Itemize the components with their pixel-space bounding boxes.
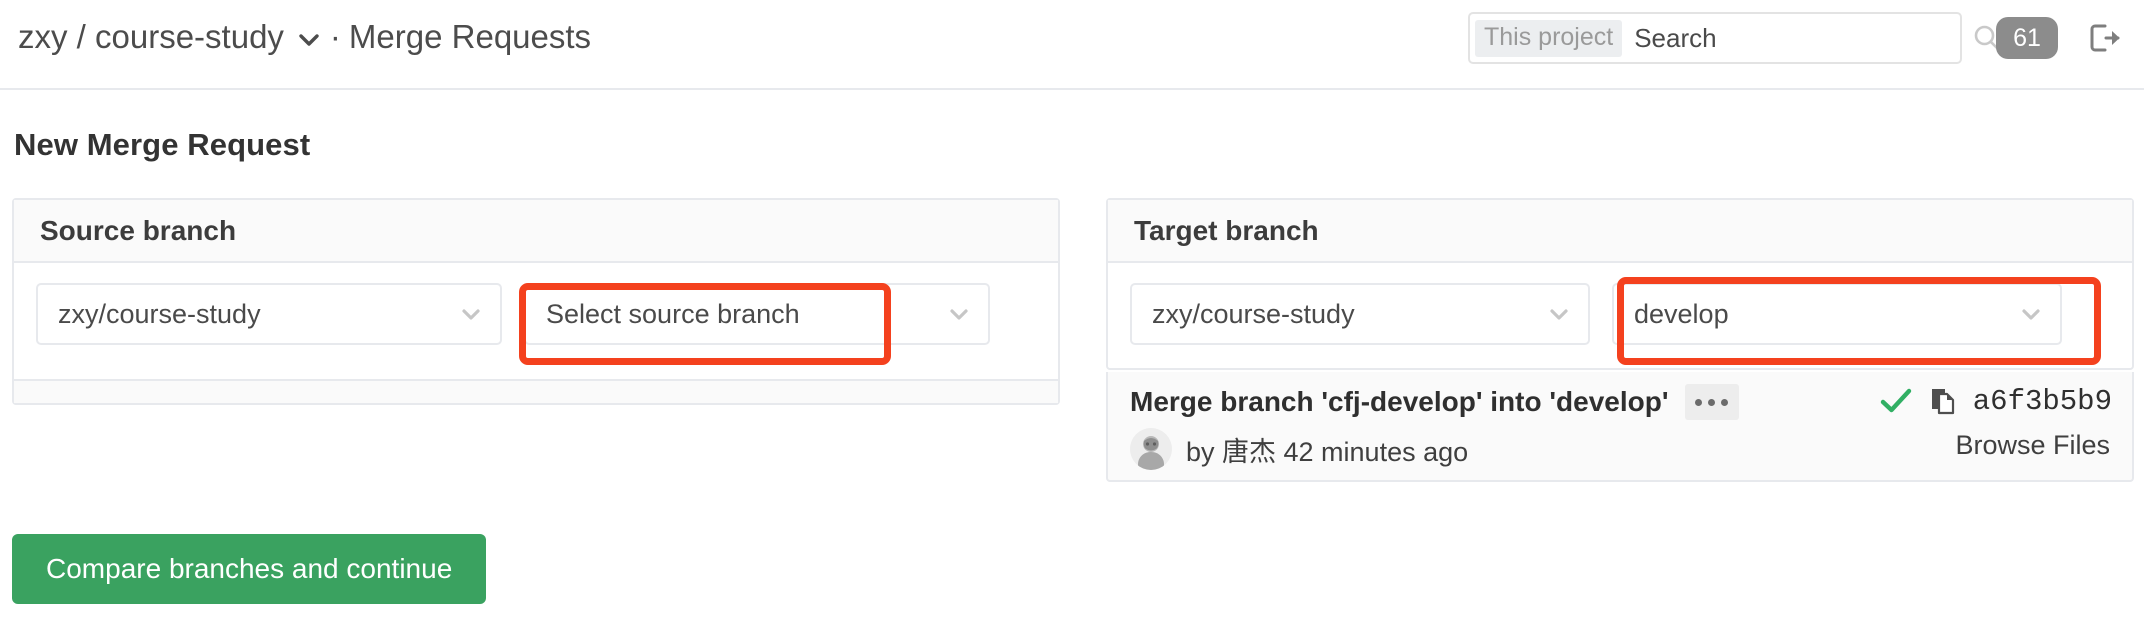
- sign-out-icon[interactable]: [2080, 14, 2128, 62]
- source-project-select-value: zxy/course-study: [58, 298, 261, 329]
- copy-to-clipboard-icon[interactable]: [1927, 385, 1959, 417]
- target-project-select[interactable]: zxy/course-study: [1130, 283, 1590, 345]
- ellipsis-dot: [1721, 398, 1728, 406]
- todos-count-badge[interactable]: 61: [1996, 17, 2058, 59]
- ellipsis-dot: [1695, 398, 1702, 406]
- search-bar[interactable]: This project: [1468, 12, 2000, 64]
- avatar: [1130, 428, 1172, 470]
- source-branch-select-value: Select source branch: [546, 298, 800, 329]
- search-scope-tag[interactable]: This project: [1475, 19, 1623, 57]
- browse-files-link[interactable]: Browse Files: [1955, 430, 2110, 461]
- chevron-down-icon: [946, 301, 972, 327]
- ellipsis-dot: [1708, 398, 1715, 406]
- target-branch-commit-row: Merge branch 'cfj-develop' into 'develop…: [1106, 372, 2134, 482]
- source-branch-select[interactable]: Select source branch: [524, 283, 990, 345]
- breadcrumb: zxy / course-study · Merge Requests: [18, 18, 591, 56]
- chevron-down-icon: [458, 301, 484, 327]
- chevron-down-icon[interactable]: [296, 27, 322, 53]
- check-icon: [1879, 384, 1913, 418]
- commit-author-row: by 唐杰 42 minutes ago: [1130, 428, 1468, 470]
- target-branch-heading: Target branch: [1108, 200, 2132, 263]
- commit-sha-row: a6f3b5b9: [1879, 384, 2112, 418]
- source-branch-panel: Source branch zxy/course-study Select so…: [12, 198, 1060, 405]
- chevron-down-icon: [2018, 301, 2044, 327]
- source-branch-heading: Source branch: [14, 200, 1058, 263]
- target-branch-select[interactable]: develop: [1612, 283, 2062, 345]
- expand-commit-message-button[interactable]: [1684, 384, 1739, 420]
- commit-byline: by 唐杰 42 minutes ago: [1186, 436, 1469, 467]
- breadcrumb-current-page[interactable]: Merge Requests: [349, 18, 591, 56]
- target-branch-panel: Target branch zxy/course-study develop: [1106, 198, 2134, 370]
- compare-branches-and-continue-button[interactable]: Compare branches and continue: [12, 534, 487, 604]
- source-panel-footer: [14, 379, 1058, 403]
- target-project-select-value: zxy/course-study: [1152, 298, 1355, 329]
- merge-request-page: zxy / course-study · Merge Requests This…: [0, 0, 2144, 644]
- top-navbar: zxy / course-study · Merge Requests This…: [0, 0, 2144, 90]
- breadcrumb-separator: ·: [329, 18, 341, 55]
- source-branch-body: zxy/course-study Select source branch: [14, 263, 1058, 365]
- commit-message[interactable]: Merge branch 'cfj-develop' into 'develop…: [1130, 386, 1669, 418]
- commit-title-row: Merge branch 'cfj-develop' into 'develop…: [1130, 384, 1739, 420]
- target-branch-body: zxy/course-study develop: [1108, 263, 2132, 365]
- target-branch-select-value: develop: [1634, 298, 1729, 329]
- breadcrumb-project-link[interactable]: zxy / course-study: [18, 18, 284, 56]
- search-input[interactable]: [1622, 16, 1972, 60]
- source-project-select[interactable]: zxy/course-study: [36, 283, 502, 345]
- page-title: New Merge Request: [14, 127, 311, 162]
- commit-sha[interactable]: a6f3b5b9: [1973, 385, 2112, 418]
- chevron-down-icon: [1546, 301, 1572, 327]
